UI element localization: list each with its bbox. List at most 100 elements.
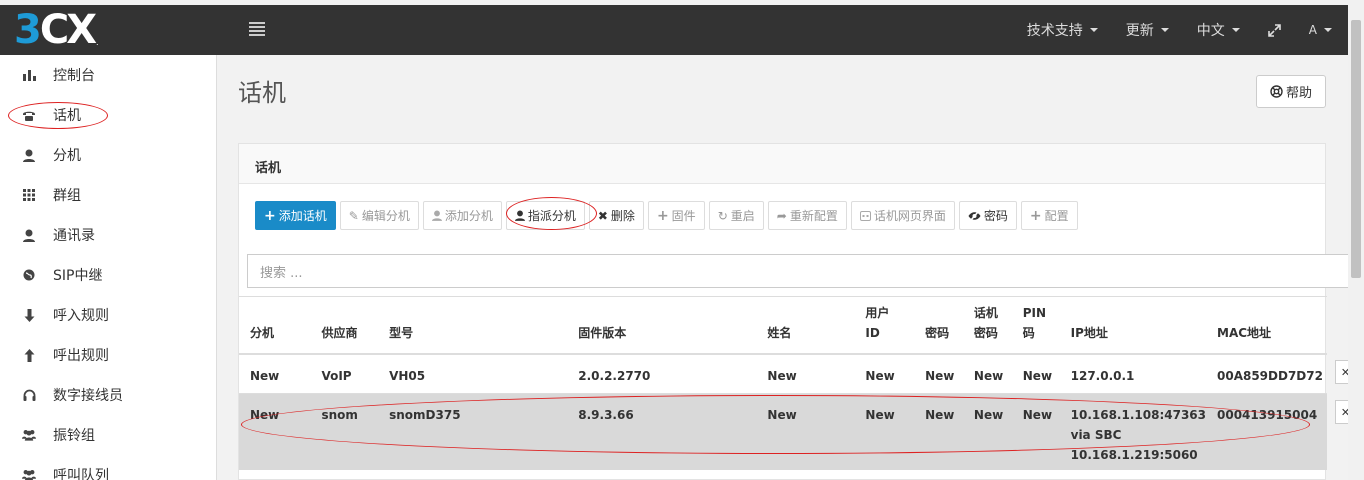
cell-model: VH05 [378, 354, 568, 394]
language-menu[interactable]: 中文 [1183, 20, 1254, 40]
add-phone-button[interactable]: + 添加话机 [255, 201, 336, 230]
col-model[interactable]: 型号 [378, 299, 568, 355]
queue-icon [22, 468, 36, 480]
support-menu[interactable]: 技术支持 [1013, 20, 1112, 40]
plus-icon: + [1029, 207, 1042, 224]
app-window: 3 CX. 技术支持 更新 中文 A 控制台 话机 分机 群组 通讯录 SIP中… [0, 0, 1364, 480]
cell-phone-password: New [962, 354, 1012, 394]
scrollbar[interactable] [1348, 0, 1364, 480]
bar-chart-icon [22, 68, 36, 82]
add-extension-button[interactable]: 添加分机 [422, 201, 502, 230]
cell-ip: 127.0.0.1 [1059, 354, 1206, 394]
close-icon: ✖ [597, 208, 608, 223]
table-row[interactable]: New VoIP VH05 2.0.2.2770 New New New New… [239, 354, 1327, 394]
delete-button[interactable]: ✖ 删除 [588, 201, 644, 230]
phone-web-ui-button[interactable]: 话机网页界面 [850, 201, 955, 230]
cell-user-id: New [854, 393, 915, 470]
refresh-icon: ↻ [717, 208, 728, 223]
cell-vendor: snom [310, 393, 379, 470]
help-button[interactable]: 帮助 [1256, 75, 1326, 108]
cell-password: New [914, 393, 963, 470]
cell-ext: New [239, 354, 311, 394]
user-menu[interactable]: A [1295, 23, 1348, 37]
menu-toggle-icon[interactable] [249, 22, 265, 36]
col-mac[interactable]: MAC地址 [1206, 299, 1327, 355]
arrow-up-icon [22, 348, 36, 362]
col-ext[interactable]: 分机 [239, 299, 311, 355]
col-pin[interactable]: PIN 码 [1011, 299, 1060, 355]
table-row-selected[interactable]: New snom snomD375 8.9.3.66 New New New N… [239, 393, 1327, 470]
sidebar-item-dashboard[interactable]: 控制台 [0, 55, 216, 95]
edit-extension-button[interactable]: ✎ 编辑分机 [339, 201, 419, 230]
reprovision-button[interactable]: ➦ 重新配置 [767, 201, 847, 230]
cell-firmware: 2.0.2.2770 [567, 354, 757, 394]
col-user-id[interactable]: 用户 ID [854, 299, 915, 355]
cell-ip: 10.168.1.108:47363 via SBC 10.168.1.219:50… [1059, 393, 1206, 470]
chevron-down-icon [1160, 28, 1169, 32]
user-icon [514, 210, 525, 221]
cell-phone-password: New [962, 393, 1012, 470]
sidebar-item-call-queues[interactable]: 呼叫队列 [0, 455, 216, 480]
sidebar-item-sip-trunks[interactable]: SIP中继 [0, 255, 216, 295]
cell-name: New [756, 354, 855, 394]
cell-model: snomD375 [378, 393, 568, 470]
phones-panel: 话机 + 添加话机 ✎ 编辑分机 添加分机 指派分机 ✖ 删除 + 固件 ↻ 重启 ➦ 重新… [238, 143, 1349, 480]
cell-ext: New [239, 393, 311, 470]
sidebar-item-phones[interactable]: 话机 [0, 95, 216, 135]
sidebar-item-outbound-rules[interactable]: 呼出规则 [0, 335, 216, 375]
sidebar-item-extensions[interactable]: 分机 [0, 135, 216, 175]
plus-icon: + [656, 207, 669, 224]
fullscreen-button[interactable] [1254, 23, 1295, 37]
eye-slash-icon [968, 210, 981, 221]
user-icon [431, 210, 442, 221]
col-name[interactable]: 姓名 [756, 299, 855, 355]
pencil-icon: ✎ [348, 208, 359, 223]
user-icon [22, 148, 36, 162]
toolbar: + 添加话机 ✎ 编辑分机 添加分机 指派分机 ✖ 删除 + 固件 ↻ 重启 ➦ 重新配置 … [255, 201, 1078, 230]
page-title: 话机 [238, 79, 286, 107]
password-button[interactable]: 密码 [958, 201, 1017, 230]
divider [239, 296, 1327, 297]
sidebar: 控制台 话机 分机 群组 通讯录 SIP中继 呼入规则 呼出规则 数字接线员 振… [0, 55, 217, 480]
col-vendor[interactable]: 供应商 [310, 299, 379, 355]
globe-icon [22, 268, 36, 282]
col-password[interactable]: 密码 [914, 299, 963, 355]
assign-extension-button[interactable]: 指派分机 [505, 201, 585, 230]
cell-vendor: VoIP [310, 354, 379, 394]
phone-icon [22, 108, 36, 122]
arrow-down-icon [22, 308, 36, 322]
cell-user-id: New [854, 354, 915, 394]
panel-title: 话机 [239, 144, 1325, 184]
col-firmware[interactable]: 固件版本 [567, 299, 757, 355]
chevron-down-icon [1324, 28, 1332, 32]
3cx-logo[interactable]: 3 CX. [14, 10, 99, 50]
col-ip[interactable]: IP地址 [1059, 299, 1206, 355]
cell-mac: 000413915004 [1206, 393, 1327, 470]
headset-icon [22, 388, 36, 402]
sidebar-item-groups[interactable]: 群组 [0, 175, 216, 215]
scrollbar-thumb[interactable] [1351, 20, 1361, 278]
restart-button[interactable]: ↻ 重启 [708, 201, 764, 230]
sidebar-item-digital-receptionist[interactable]: 数字接线员 [0, 375, 216, 415]
sidebar-item-inbound-rules[interactable]: 呼入规则 [0, 295, 216, 335]
search-input[interactable]: 搜索 ... [247, 254, 1349, 288]
cell-firmware: 8.9.3.66 [567, 393, 757, 470]
chevron-down-icon [1231, 28, 1240, 32]
top-nav: 技术支持 更新 中文 A [1013, 5, 1348, 55]
config-button[interactable]: + 配置 [1020, 201, 1078, 230]
cell-pin: New [1011, 354, 1060, 394]
phones-table: 分机 供应商 型号 固件版本 姓名 用户 ID 密码 话机 密码 PIN 码 IP地址… [239, 299, 1327, 470]
plus-icon: + [264, 207, 276, 224]
sidebar-item-ring-groups[interactable]: 振铃组 [0, 415, 216, 455]
col-phone-password[interactable]: 话机 密码 [962, 299, 1012, 355]
chevron-down-icon [1089, 28, 1098, 32]
contact-icon [22, 228, 36, 242]
sidebar-item-contacts[interactable]: 通讯录 [0, 215, 216, 255]
window-icon [859, 210, 871, 221]
expand-icon [1267, 23, 1281, 37]
firmware-button[interactable]: + 固件 [647, 201, 705, 230]
cell-name: New [756, 393, 855, 470]
users-icon [22, 428, 36, 442]
updates-menu[interactable]: 更新 [1112, 20, 1183, 40]
cell-pin: New [1011, 393, 1060, 470]
